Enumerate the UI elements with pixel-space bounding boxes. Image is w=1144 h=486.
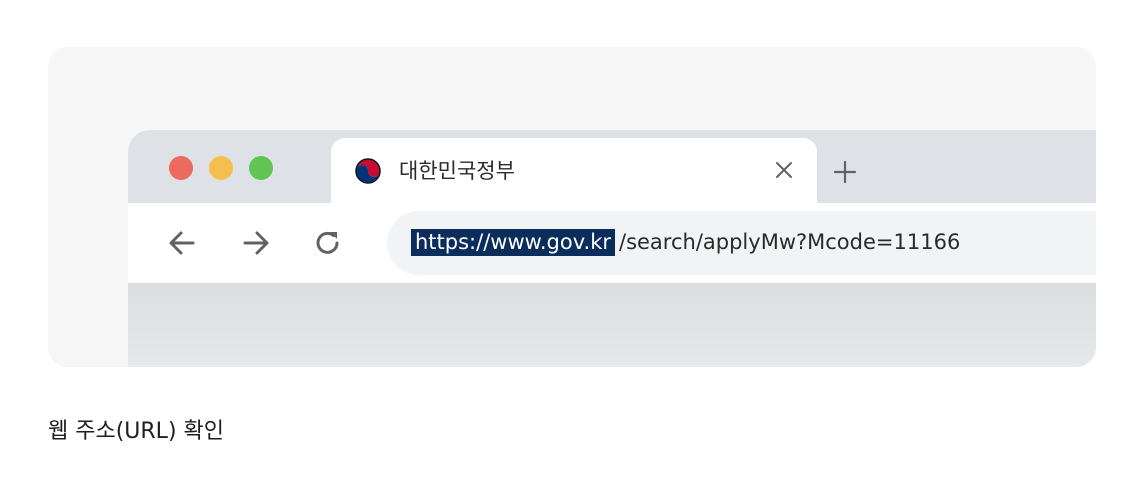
maximize-window-button[interactable] bbox=[249, 156, 273, 180]
active-tab[interactable]: 대한민국정부 bbox=[331, 138, 817, 203]
url-path: /search/applyMw?Mcode=11166 bbox=[619, 230, 961, 254]
url-text[interactable]: https://www.gov.kr/search/applyMw?Mcode=… bbox=[411, 228, 960, 256]
back-arrow-icon[interactable] bbox=[164, 225, 200, 261]
tab-title: 대한민국정부 bbox=[399, 159, 515, 183]
plus-icon[interactable] bbox=[832, 159, 858, 185]
close-window-button[interactable] bbox=[169, 156, 193, 180]
illustration-card: 대한민국정부 https://www.gov.kr/search/applyMw… bbox=[48, 47, 1096, 367]
page-content-area bbox=[128, 283, 1096, 367]
forward-arrow-icon[interactable] bbox=[238, 225, 274, 261]
taegeuk-icon bbox=[355, 158, 381, 184]
caption: 웹 주소(URL) 확인 bbox=[48, 419, 224, 444]
browser-window: 대한민국정부 https://www.gov.kr/search/applyMw… bbox=[128, 130, 1096, 367]
browser-toolbar: https://www.gov.kr/search/applyMw?Mcode=… bbox=[128, 203, 1096, 283]
close-icon[interactable] bbox=[772, 158, 796, 182]
address-bar[interactable]: https://www.gov.kr/search/applyMw?Mcode=… bbox=[387, 211, 1096, 275]
reload-icon[interactable] bbox=[310, 225, 346, 261]
minimize-window-button[interactable] bbox=[209, 156, 233, 180]
url-host-highlight: https://www.gov.kr bbox=[411, 229, 615, 256]
